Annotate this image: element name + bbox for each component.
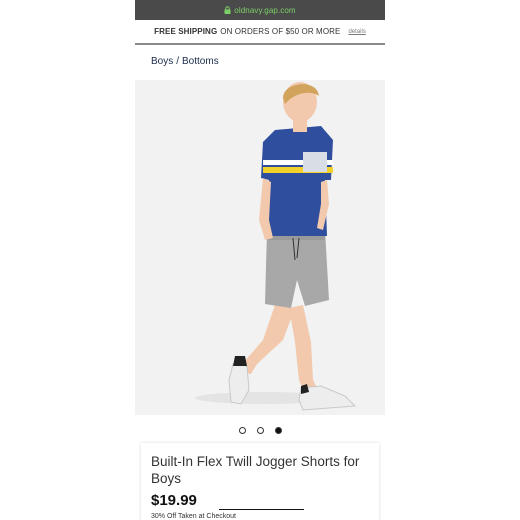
address-bar[interactable]: oldnavy.gap.com <box>135 0 385 20</box>
product-price: $19.99 <box>151 492 197 509</box>
carousel-dot-2[interactable] <box>256 426 264 434</box>
shipping-headline: FREE SHIPPING <box>154 27 218 36</box>
carousel-dots <box>135 425 385 435</box>
url-text: oldnavy.gap.com <box>234 5 296 15</box>
shipping-condition: ON ORDERS OF $50 OR MORE <box>220 27 341 36</box>
product-card: Built-In Flex Twill Jogger Shorts for Bo… <box>141 443 379 520</box>
carousel-dot-3[interactable] <box>274 426 282 434</box>
product-title: Built-In Flex Twill Jogger Shorts for Bo… <box>151 454 360 486</box>
product-image[interactable] <box>135 80 385 415</box>
phone-screen: oldnavy.gap.com FREE SHIPPING ON ORDERS … <box>135 0 385 520</box>
carousel-dot-1[interactable] <box>238 426 246 434</box>
breadcrumb-item-bottoms[interactable]: Bottoms <box>182 56 219 67</box>
breadcrumb: Boys / Bottoms <box>151 56 219 67</box>
breadcrumb-separator: / <box>176 56 180 67</box>
lock-icon <box>224 6 231 14</box>
breadcrumb-item-boys[interactable]: Boys <box>151 56 173 67</box>
shipping-details-link[interactable]: details <box>348 29 365 35</box>
promo-text: 30% Off Taken at Checkout <box>151 513 236 520</box>
shipping-banner: FREE SHIPPING ON ORDERS OF $50 OR MORE d… <box>135 20 385 45</box>
divider <box>219 509 304 510</box>
